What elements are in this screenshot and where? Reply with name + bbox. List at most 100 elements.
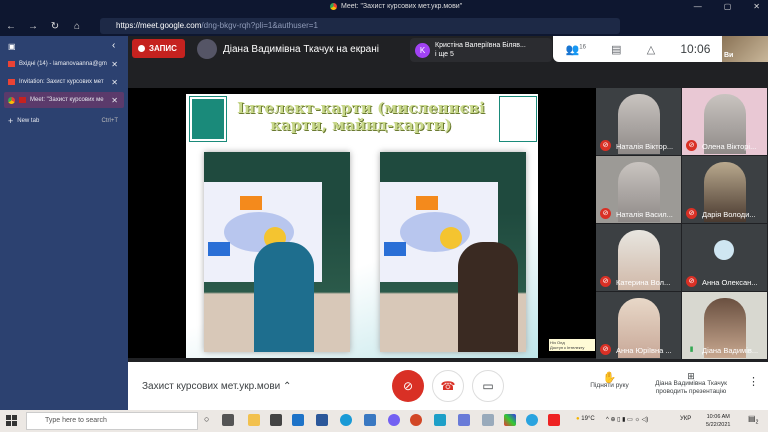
app-icon[interactable] <box>364 414 376 426</box>
participant-tile[interactable]: ⊘ Анна Олексан... <box>682 224 767 291</box>
more-options-icon[interactable]: ⋮ <box>748 377 759 388</box>
faculty-logo <box>499 96 537 142</box>
app-icon[interactable] <box>434 414 446 426</box>
activities-icon[interactable]: △ <box>647 43 655 56</box>
hang-up-icon: ☎ <box>440 379 456 393</box>
participant-name: Наталія Васил... <box>616 210 673 219</box>
tab-label: Invitation: Захист курсових мет <box>19 79 104 85</box>
home-button[interactable]: ⌂ <box>66 21 88 32</box>
participant-tile[interactable]: ⊘ Наталія Віктор... <box>596 88 681 155</box>
window-title-text: Meet: "Захист курсових мет.укр.мови" <box>341 3 463 10</box>
slide-photo-girl <box>380 152 526 352</box>
self-label: Ви <box>724 52 734 59</box>
back-button[interactable]: ← <box>0 21 22 32</box>
tab-gmail-inbox[interactable]: Вхідні (14) - lamanovaanna@gm ✕ <box>4 56 124 72</box>
system-tray-icons[interactable]: ^ ⊕ ▯ ▮ ▭ ☼ ◁) <box>606 416 648 423</box>
participant-tile[interactable]: ⊘ Наталія Васил... <box>596 156 681 223</box>
viber-icon[interactable] <box>388 414 400 426</box>
new-tab-label: New tab <box>17 118 40 124</box>
start-button[interactable] <box>6 415 17 426</box>
maximize-button[interactable]: ▢ <box>724 2 732 11</box>
app-icon[interactable] <box>548 414 560 426</box>
search-placeholder: Type here to search <box>45 417 107 424</box>
participant-name: Анна Олексан... <box>702 278 758 287</box>
meet-icon <box>8 96 15 104</box>
language-indicator[interactable]: УКР <box>680 416 691 422</box>
tab-actions-icon[interactable]: ▣ <box>8 42 16 51</box>
tab-meet[interactable]: Meet: "Захист курсових ме ✕ <box>4 92 124 108</box>
sun-icon: ● <box>576 416 580 422</box>
file-explorer-icon[interactable] <box>248 414 260 426</box>
close-tab-icon[interactable]: ✕ <box>111 60 118 69</box>
participant-tile[interactable]: ⊘ Дарія Володи... <box>682 156 767 223</box>
slide-title: Інтелект-карти (мисленнєві карти, майнд-… <box>237 99 485 134</box>
university-logo <box>189 96 227 142</box>
participant-tile[interactable]: ⊘ Олена Вікторі... <box>682 88 767 155</box>
taskbar-search[interactable]: Type here to search <box>26 412 198 430</box>
meeting-details-button[interactable]: Захист курсових мет.укр.мови ⌃ <box>142 381 291 392</box>
participant-name: Олена Вікторі... <box>702 142 757 151</box>
weather-temp: 19°C <box>581 416 595 422</box>
close-tab-icon[interactable]: ✕ <box>111 96 118 105</box>
clock[interactable]: 10:06 AM 5/22/2021 <box>706 413 730 429</box>
window-titlebar: Meet: "Захист курсових мет.укр.мови" — ▢… <box>0 0 768 16</box>
tooltip: Ніч Олд Доступ к Інтелекту <box>549 339 595 351</box>
discord-icon[interactable] <box>458 414 470 426</box>
forward-button[interactable]: → <box>22 21 44 32</box>
participant-chip[interactable]: K Кристіна Валеріївна Біляв... і ще 5 <box>410 38 552 62</box>
participant-tile[interactable]: ⊘ Катерина Вол... <box>596 224 681 291</box>
window-controls: — ▢ ✕ <box>694 2 760 11</box>
clock: 10:06 <box>680 42 711 56</box>
participant-tile[interactable]: ▮ Діана Вадимів... <box>682 292 767 359</box>
edge-icon[interactable] <box>340 414 352 426</box>
mic-off-icon: ⊘ <box>686 140 697 151</box>
powerpoint-icon[interactable] <box>410 414 422 426</box>
mic-off-icon: ⊘ <box>686 208 697 219</box>
task-view-icon[interactable] <box>222 414 234 426</box>
avatar <box>714 240 734 260</box>
boy <box>254 242 314 352</box>
chip-more: і ще 5 <box>435 51 454 58</box>
url-path: /dng-bkgv-rqh?pli=1&authuser=1 <box>201 21 318 30</box>
refresh-button[interactable]: ↻ <box>44 21 66 32</box>
mail-icon[interactable] <box>292 414 304 426</box>
participant-name: Дарія Володи... <box>702 210 756 219</box>
chat-icon[interactable]: ▤ <box>611 43 621 56</box>
store-icon[interactable] <box>270 414 282 426</box>
close-button[interactable]: ✕ <box>753 2 760 11</box>
minimize-button[interactable]: — <box>694 2 702 11</box>
address-bar[interactable]: https://meet.google.com/dng-bkgv-rqh?pli… <box>100 18 620 34</box>
close-tab-icon[interactable]: ✕ <box>111 78 118 87</box>
camera-toggle-button[interactable]: ▭ <box>472 370 504 402</box>
recording-badge[interactable]: ЗАПИС <box>132 39 185 58</box>
slide-photo-boy <box>204 152 350 352</box>
meet-toolbar: 👥16 ▤ △ 10:06 <box>553 36 723 62</box>
tab-label: Meet: "Захист курсових ме <box>30 97 104 103</box>
gmail-icon <box>8 61 15 67</box>
participant-tile[interactable]: ⊘ Анна Юріївна ... <box>596 292 681 359</box>
new-tab-button[interactable]: + New tab Ctrl+T <box>4 113 124 129</box>
self-view-tile[interactable]: Ви <box>722 36 768 62</box>
girl <box>458 242 518 352</box>
word-icon[interactable] <box>316 414 328 426</box>
telegram-icon[interactable] <box>526 414 538 426</box>
collapse-sidebar-icon[interactable]: ‹ <box>112 40 115 51</box>
cortana-icon[interactable]: ○ <box>204 414 216 426</box>
chevron-up-icon: ⌃ <box>283 381 292 392</box>
participant-name: Наталія Віктор... <box>616 142 674 151</box>
people-button[interactable]: 👥16 <box>566 43 586 56</box>
raise-hand-button[interactable]: ✋ Підняти руку <box>582 373 637 390</box>
presenting-button[interactable]: ⊞ Діана Вадимівна Ткачук проводить презент… <box>646 372 736 396</box>
tab-gmail-invitation[interactable]: Invitation: Захист курсових мет ✕ <box>4 74 124 90</box>
weather-widget[interactable]: ● 19°C <box>576 416 595 422</box>
app-icon[interactable] <box>504 414 516 426</box>
mic-off-icon: ⊘ <box>600 140 611 151</box>
participants-count: 16 <box>579 43 586 50</box>
notifications-icon[interactable]: ▤2 <box>748 414 758 426</box>
record-dot-icon <box>138 45 145 52</box>
chip-name: Кристіна Валеріївна Біляв... <box>435 42 526 49</box>
paint-icon[interactable] <box>482 414 494 426</box>
plus-icon: + <box>8 116 14 126</box>
mic-toggle-button[interactable]: ⊘ <box>392 370 424 402</box>
leave-call-button[interactable]: ☎ <box>432 370 464 402</box>
